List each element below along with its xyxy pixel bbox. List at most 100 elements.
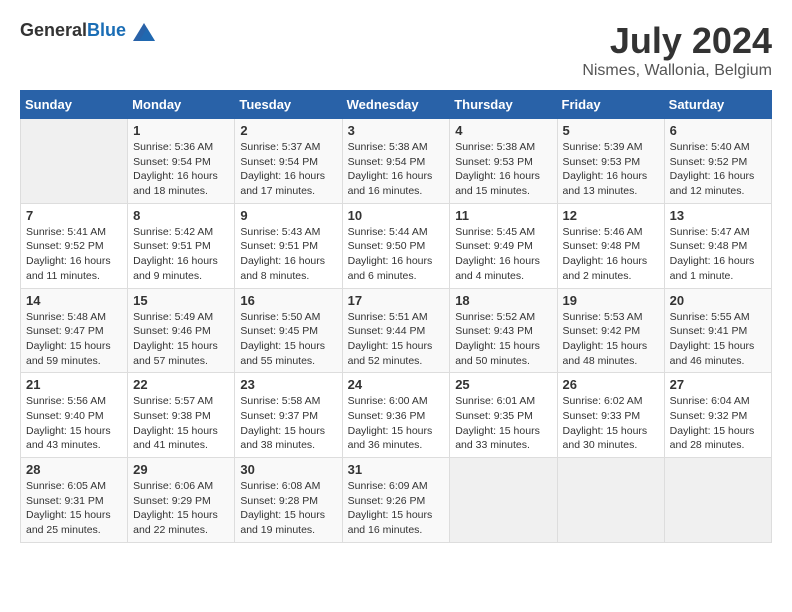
day-number: 3 <box>348 123 445 138</box>
calendar-cell: 17 Sunrise: 5:51 AM Sunset: 9:44 PM Dayli… <box>342 288 450 373</box>
header: GeneralBlue July 2024 Nismes, Wallonia, … <box>20 20 772 80</box>
calendar-day-header: Sunday <box>21 91 128 119</box>
day-number: 23 <box>240 377 336 392</box>
day-info: Sunrise: 5:38 AM Sunset: 9:53 PM Dayligh… <box>455 140 551 199</box>
day-number: 24 <box>348 377 445 392</box>
day-info: Sunrise: 6:00 AM Sunset: 9:36 PM Dayligh… <box>348 394 445 453</box>
day-number: 27 <box>670 377 766 392</box>
calendar-cell: 19 Sunrise: 5:53 AM Sunset: 9:42 PM Dayli… <box>557 288 664 373</box>
day-info: Sunrise: 6:05 AM Sunset: 9:31 PM Dayligh… <box>26 479 122 538</box>
day-info: Sunrise: 5:38 AM Sunset: 9:54 PM Dayligh… <box>348 140 445 199</box>
calendar-week-row: 1 Sunrise: 5:36 AM Sunset: 9:54 PM Daylig… <box>21 119 772 204</box>
day-info: Sunrise: 5:47 AM Sunset: 9:48 PM Dayligh… <box>670 225 766 284</box>
logo: GeneralBlue <box>20 20 155 41</box>
calendar-cell: 22 Sunrise: 5:57 AM Sunset: 9:38 PM Dayli… <box>128 373 235 458</box>
day-number: 20 <box>670 293 766 308</box>
calendar-cell <box>21 119 128 204</box>
day-info: Sunrise: 5:56 AM Sunset: 9:40 PM Dayligh… <box>26 394 122 453</box>
logo-blue: Blue <box>87 20 126 40</box>
day-info: Sunrise: 5:53 AM Sunset: 9:42 PM Dayligh… <box>563 310 659 369</box>
calendar-cell: 24 Sunrise: 6:00 AM Sunset: 9:36 PM Dayli… <box>342 373 450 458</box>
calendar-cell: 31 Sunrise: 6:09 AM Sunset: 9:26 PM Dayli… <box>342 458 450 543</box>
day-number: 1 <box>133 123 229 138</box>
day-info: Sunrise: 5:57 AM Sunset: 9:38 PM Dayligh… <box>133 394 229 453</box>
calendar-cell: 2Sunrise: 5:37 AM Sunset: 9:54 PM Daylig… <box>235 119 342 204</box>
day-number: 13 <box>670 208 766 223</box>
calendar-cell: 30 Sunrise: 6:08 AM Sunset: 9:28 PM Dayli… <box>235 458 342 543</box>
day-number: 7 <box>26 208 122 223</box>
day-info: Sunrise: 5:46 AM Sunset: 9:48 PM Dayligh… <box>563 225 659 284</box>
logo-general: General <box>20 20 87 40</box>
day-info: Sunrise: 5:58 AM Sunset: 9:37 PM Dayligh… <box>240 394 336 453</box>
calendar-cell <box>664 458 771 543</box>
day-number: 22 <box>133 377 229 392</box>
day-number: 4 <box>455 123 551 138</box>
day-info: Sunrise: 6:09 AM Sunset: 9:26 PM Dayligh… <box>348 479 445 538</box>
day-info: Sunrise: 5:37 AM Sunset: 9:54 PM Dayligh… <box>240 140 336 199</box>
calendar-cell: 1 Sunrise: 5:36 AM Sunset: 9:54 PM Daylig… <box>128 119 235 204</box>
calendar-cell: 25Sunrise: 6:01 AM Sunset: 9:35 PM Dayli… <box>450 373 557 458</box>
day-info: Sunrise: 6:02 AM Sunset: 9:33 PM Dayligh… <box>563 394 659 453</box>
calendar-cell: 12 Sunrise: 5:46 AM Sunset: 9:48 PM Dayli… <box>557 203 664 288</box>
day-info: Sunrise: 6:06 AM Sunset: 9:29 PM Dayligh… <box>133 479 229 538</box>
day-number: 30 <box>240 462 336 477</box>
day-info: Sunrise: 6:04 AM Sunset: 9:32 PM Dayligh… <box>670 394 766 453</box>
calendar-cell: 16Sunrise: 5:50 AM Sunset: 9:45 PM Dayli… <box>235 288 342 373</box>
calendar-cell: 7 Sunrise: 5:41 AM Sunset: 9:52 PM Daylig… <box>21 203 128 288</box>
day-number: 6 <box>670 123 766 138</box>
calendar-cell: 29 Sunrise: 6:06 AM Sunset: 9:29 PM Dayli… <box>128 458 235 543</box>
day-number: 25 <box>455 377 551 392</box>
calendar-day-header: Tuesday <box>235 91 342 119</box>
day-number: 9 <box>240 208 336 223</box>
calendar-table: SundayMondayTuesdayWednesdayThursdayFrid… <box>20 90 772 543</box>
location-title: Nismes, Wallonia, Belgium <box>582 62 772 80</box>
calendar-cell: 3 Sunrise: 5:38 AM Sunset: 9:54 PM Daylig… <box>342 119 450 204</box>
day-info: Sunrise: 5:42 AM Sunset: 9:51 PM Dayligh… <box>133 225 229 284</box>
calendar-header-row: SundayMondayTuesdayWednesdayThursdayFrid… <box>21 91 772 119</box>
calendar-day-header: Saturday <box>664 91 771 119</box>
day-number: 18 <box>455 293 551 308</box>
day-info: Sunrise: 5:48 AM Sunset: 9:47 PM Dayligh… <box>26 310 122 369</box>
month-title: July 2024 <box>582 20 772 62</box>
calendar-cell: 6 Sunrise: 5:40 AM Sunset: 9:52 PM Daylig… <box>664 119 771 204</box>
day-info: Sunrise: 5:40 AM Sunset: 9:52 PM Dayligh… <box>670 140 766 199</box>
calendar-week-row: 21 Sunrise: 5:56 AM Sunset: 9:40 PM Dayli… <box>21 373 772 458</box>
calendar-week-row: 7 Sunrise: 5:41 AM Sunset: 9:52 PM Daylig… <box>21 203 772 288</box>
calendar-cell: 11 Sunrise: 5:45 AM Sunset: 9:49 PM Dayli… <box>450 203 557 288</box>
calendar-week-row: 28 Sunrise: 6:05 AM Sunset: 9:31 PM Dayli… <box>21 458 772 543</box>
day-number: 14 <box>26 293 122 308</box>
day-number: 26 <box>563 377 659 392</box>
calendar-cell <box>450 458 557 543</box>
calendar-cell: 9 Sunrise: 5:43 AM Sunset: 9:51 PM Daylig… <box>235 203 342 288</box>
day-info: Sunrise: 5:50 AM Sunset: 9:45 PM Dayligh… <box>240 310 336 369</box>
day-number: 29 <box>133 462 229 477</box>
calendar-cell: 8 Sunrise: 5:42 AM Sunset: 9:51 PM Daylig… <box>128 203 235 288</box>
day-number: 8 <box>133 208 229 223</box>
day-number: 31 <box>348 462 445 477</box>
calendar-cell: 13 Sunrise: 5:47 AM Sunset: 9:48 PM Dayli… <box>664 203 771 288</box>
day-info: Sunrise: 5:36 AM Sunset: 9:54 PM Dayligh… <box>133 140 229 199</box>
calendar-cell: 15Sunrise: 5:49 AM Sunset: 9:46 PM Dayli… <box>128 288 235 373</box>
day-info: Sunrise: 5:52 AM Sunset: 9:43 PM Dayligh… <box>455 310 551 369</box>
day-info: Sunrise: 5:45 AM Sunset: 9:49 PM Dayligh… <box>455 225 551 284</box>
calendar-cell: 21 Sunrise: 5:56 AM Sunset: 9:40 PM Dayli… <box>21 373 128 458</box>
day-info: Sunrise: 5:43 AM Sunset: 9:51 PM Dayligh… <box>240 225 336 284</box>
calendar-cell: 23 Sunrise: 5:58 AM Sunset: 9:37 PM Dayli… <box>235 373 342 458</box>
day-info: Sunrise: 6:08 AM Sunset: 9:28 PM Dayligh… <box>240 479 336 538</box>
day-number: 12 <box>563 208 659 223</box>
day-number: 19 <box>563 293 659 308</box>
day-number: 15 <box>133 293 229 308</box>
calendar-day-header: Monday <box>128 91 235 119</box>
calendar-day-header: Friday <box>557 91 664 119</box>
calendar-cell: 28 Sunrise: 6:05 AM Sunset: 9:31 PM Dayli… <box>21 458 128 543</box>
calendar-cell <box>557 458 664 543</box>
calendar-day-header: Thursday <box>450 91 557 119</box>
day-number: 28 <box>26 462 122 477</box>
calendar-cell: 27 Sunrise: 6:04 AM Sunset: 9:32 PM Dayli… <box>664 373 771 458</box>
day-info: Sunrise: 5:51 AM Sunset: 9:44 PM Dayligh… <box>348 310 445 369</box>
day-info: Sunrise: 5:41 AM Sunset: 9:52 PM Dayligh… <box>26 225 122 284</box>
day-number: 21 <box>26 377 122 392</box>
day-info: Sunrise: 5:55 AM Sunset: 9:41 PM Dayligh… <box>670 310 766 369</box>
day-number: 11 <box>455 208 551 223</box>
day-number: 17 <box>348 293 445 308</box>
